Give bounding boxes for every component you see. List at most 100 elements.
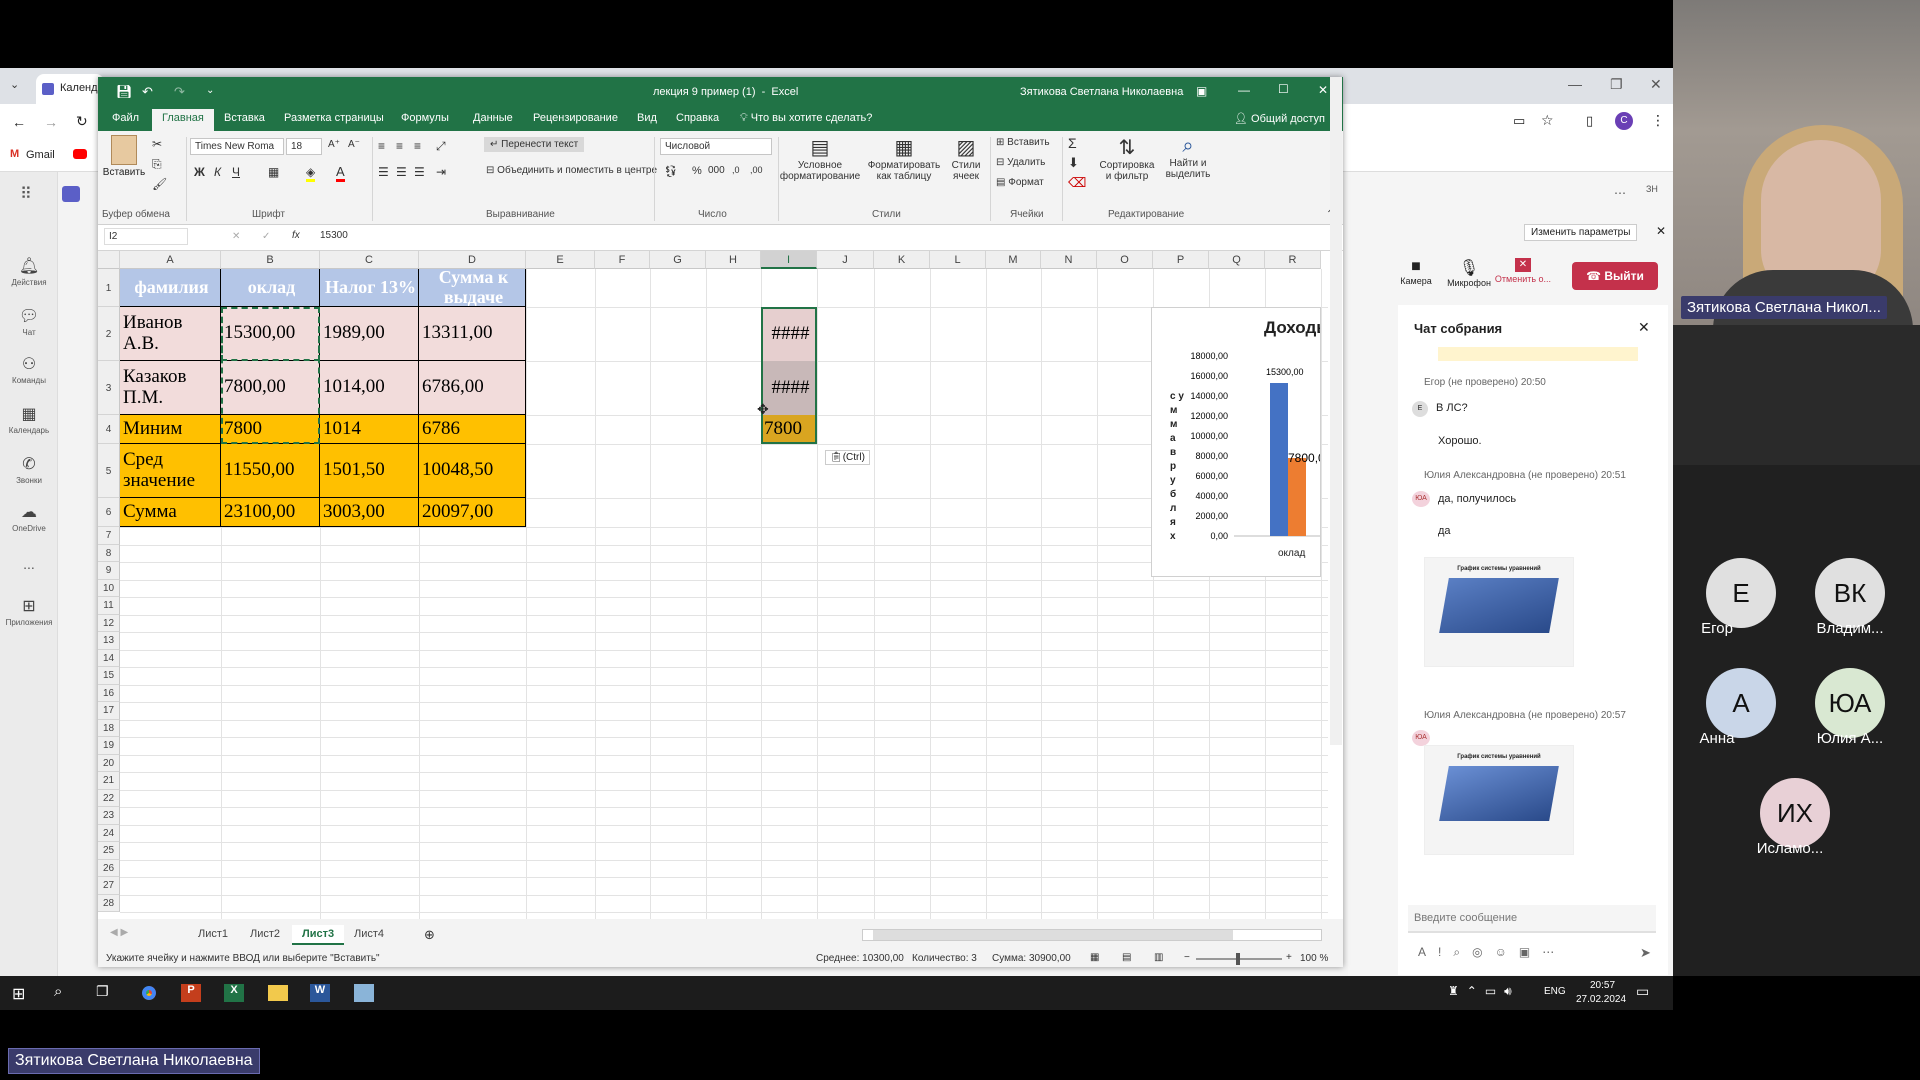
zoom-out-icon[interactable]: −	[1184, 952, 1190, 963]
paste-button[interactable]: Вставить	[102, 135, 146, 178]
column-i-cell[interactable]: ####	[761, 361, 817, 415]
change-settings-button[interactable]: Изменить параметры	[1524, 224, 1638, 241]
table-cell[interactable]: 10048,50	[419, 444, 526, 498]
table-cell[interactable]: 6786,00	[419, 361, 526, 415]
menu-icon[interactable]: ⋮	[1651, 112, 1665, 129]
table-cell[interactable]: 1014	[320, 415, 419, 444]
page-break-icon[interactable]: ▥	[1154, 952, 1163, 963]
tab-insert[interactable]: Вставка	[224, 112, 265, 124]
chart-bar[interactable]	[1270, 383, 1288, 536]
star-icon[interactable]: ☆	[1541, 112, 1554, 129]
tab-menu-icon[interactable]: ⌄	[10, 78, 19, 91]
column-header[interactable]: F	[595, 251, 650, 269]
tab-data[interactable]: Данные	[473, 112, 513, 124]
search-icon[interactable]: ⌕	[54, 983, 62, 1000]
column-header[interactable]: G	[650, 251, 706, 269]
name-box[interactable]: I2	[104, 228, 188, 245]
increase-decimal-icon[interactable]: ,0	[732, 165, 740, 175]
font-color-icon[interactable]: A	[336, 164, 345, 182]
table-header[interactable]: Налог 13%	[320, 269, 419, 307]
row-header[interactable]: 21	[98, 772, 120, 790]
sheet-tab[interactable]: Лист1	[188, 925, 238, 945]
table-cell[interactable]: 3003,00	[320, 498, 419, 527]
scroll-thumb[interactable]	[873, 930, 1233, 940]
column-header[interactable]: I	[761, 251, 817, 269]
row-header[interactable]: 27	[98, 877, 120, 895]
clock-time[interactable]: 20:57	[1590, 980, 1615, 991]
column-header[interactable]: K	[874, 251, 930, 269]
tab-file[interactable]: Файл	[112, 112, 139, 124]
table-cell[interactable]: 1989,00	[320, 307, 419, 361]
table-cell[interactable]: Миним	[120, 415, 221, 444]
chart-bar[interactable]	[1288, 458, 1306, 536]
table-cell[interactable]: 15300,00	[221, 307, 320, 361]
row-header[interactable]: 14	[98, 649, 120, 667]
align-top-icon[interactable]: ≡	[378, 139, 385, 153]
currency-icon[interactable]: 💱︎	[664, 165, 678, 178]
column-i-cell[interactable]: 7800	[761, 415, 817, 444]
insert-cells-button[interactable]: ⊞ Вставить	[996, 137, 1050, 148]
minimize-icon[interactable]: —	[1238, 83, 1250, 97]
conditional-formatting-button[interactable]: ▤ Условное форматирование	[778, 135, 862, 182]
cut-icon[interactable]: ✂	[152, 137, 162, 151]
restore-icon[interactable]: ❐	[1610, 76, 1623, 93]
sort-filter-button[interactable]: ⇅ Сортировка и фильтр	[1098, 135, 1156, 182]
row-header[interactable]: 4	[98, 415, 120, 444]
message-input[interactable]: Введите сообщение	[1408, 905, 1656, 933]
row-header[interactable]: 12	[98, 614, 120, 632]
table-cell[interactable]: 7800,00	[221, 361, 320, 415]
nav-activity[interactable]: 🔔︎ Действия	[0, 256, 58, 287]
participant-avatar[interactable]: ИХ	[1760, 778, 1830, 848]
column-header[interactable]: A	[120, 251, 221, 269]
column-header[interactable]: D	[419, 251, 526, 269]
italic-icon[interactable]: К	[214, 165, 221, 179]
table-cell[interactable]: Иванов А.В.	[120, 307, 221, 361]
participant-avatar[interactable]: E	[1706, 558, 1776, 628]
tab-help[interactable]: Справка	[676, 112, 719, 124]
cast-icon[interactable]: ▭	[1513, 113, 1525, 129]
zoom-thumb[interactable]	[1236, 953, 1240, 965]
format-icon[interactable]: A	[1418, 945, 1438, 959]
column-header[interactable]: P	[1153, 251, 1209, 269]
row-header[interactable]: 13	[98, 632, 120, 650]
sheet-tab[interactable]: Лист2	[240, 925, 290, 945]
app-icon[interactable]	[354, 984, 374, 1002]
nav-teams[interactable]: ⚇ Команды	[0, 354, 58, 385]
loop-icon[interactable]: ◎	[1472, 945, 1494, 959]
nav-more[interactable]: ...	[0, 556, 58, 572]
confirm-entry-icon[interactable]: ✓	[262, 231, 270, 242]
zoom-level[interactable]: 100 %	[1300, 953, 1328, 964]
table-cell[interactable]: 13311,00	[419, 307, 526, 361]
close-icon[interactable]: ✕	[1318, 83, 1328, 97]
underline-icon[interactable]: Ч	[232, 165, 240, 179]
row-header[interactable]: 9	[98, 562, 120, 580]
nav-calendar[interactable]: ▦ Календарь	[0, 404, 58, 435]
orientation-icon[interactable]: ⤢	[436, 139, 446, 154]
row-header[interactable]: 26	[98, 859, 120, 877]
excel-icon[interactable]: X	[224, 984, 244, 1002]
reload-icon[interactable]: ↻	[76, 113, 88, 130]
format-painter-icon[interactable]: 🖌︎	[152, 177, 167, 191]
participant-avatar[interactable]: ВК	[1815, 558, 1885, 628]
percent-icon[interactable]: %	[692, 165, 702, 177]
gif-icon[interactable]: ▣	[1519, 945, 1542, 959]
row-header[interactable]: 10	[98, 579, 120, 597]
forward-icon[interactable]: →	[44, 114, 58, 130]
camera-button[interactable]: ■ Камера	[1396, 258, 1436, 286]
table-cell[interactable]: Казаков П.М.	[120, 361, 221, 415]
function-icon[interactable]: fx	[292, 230, 300, 241]
row-header[interactable]: 16	[98, 684, 120, 702]
row-header[interactable]: 24	[98, 824, 120, 842]
input-language[interactable]: ENG	[1544, 986, 1566, 997]
row-header[interactable]: 6	[98, 498, 120, 527]
align-middle-icon[interactable]: ≡	[396, 139, 403, 153]
font-name-select[interactable]: Times New Roma	[190, 138, 284, 155]
column-header[interactable]: M	[986, 251, 1041, 269]
row-header[interactable]: 20	[98, 754, 120, 772]
column-header[interactable]: O	[1097, 251, 1153, 269]
vertical-scrollbar[interactable]	[1330, 77, 1342, 745]
decrease-decimal-icon[interactable]: ,00	[750, 165, 763, 175]
notifications-icon[interactable]: ▭	[1636, 983, 1649, 1000]
chart-area[interactable]: Доходы с у м м а в р у б л я х 18000,001…	[1151, 307, 1321, 577]
table-cell[interactable]: Сред значение	[120, 444, 221, 498]
